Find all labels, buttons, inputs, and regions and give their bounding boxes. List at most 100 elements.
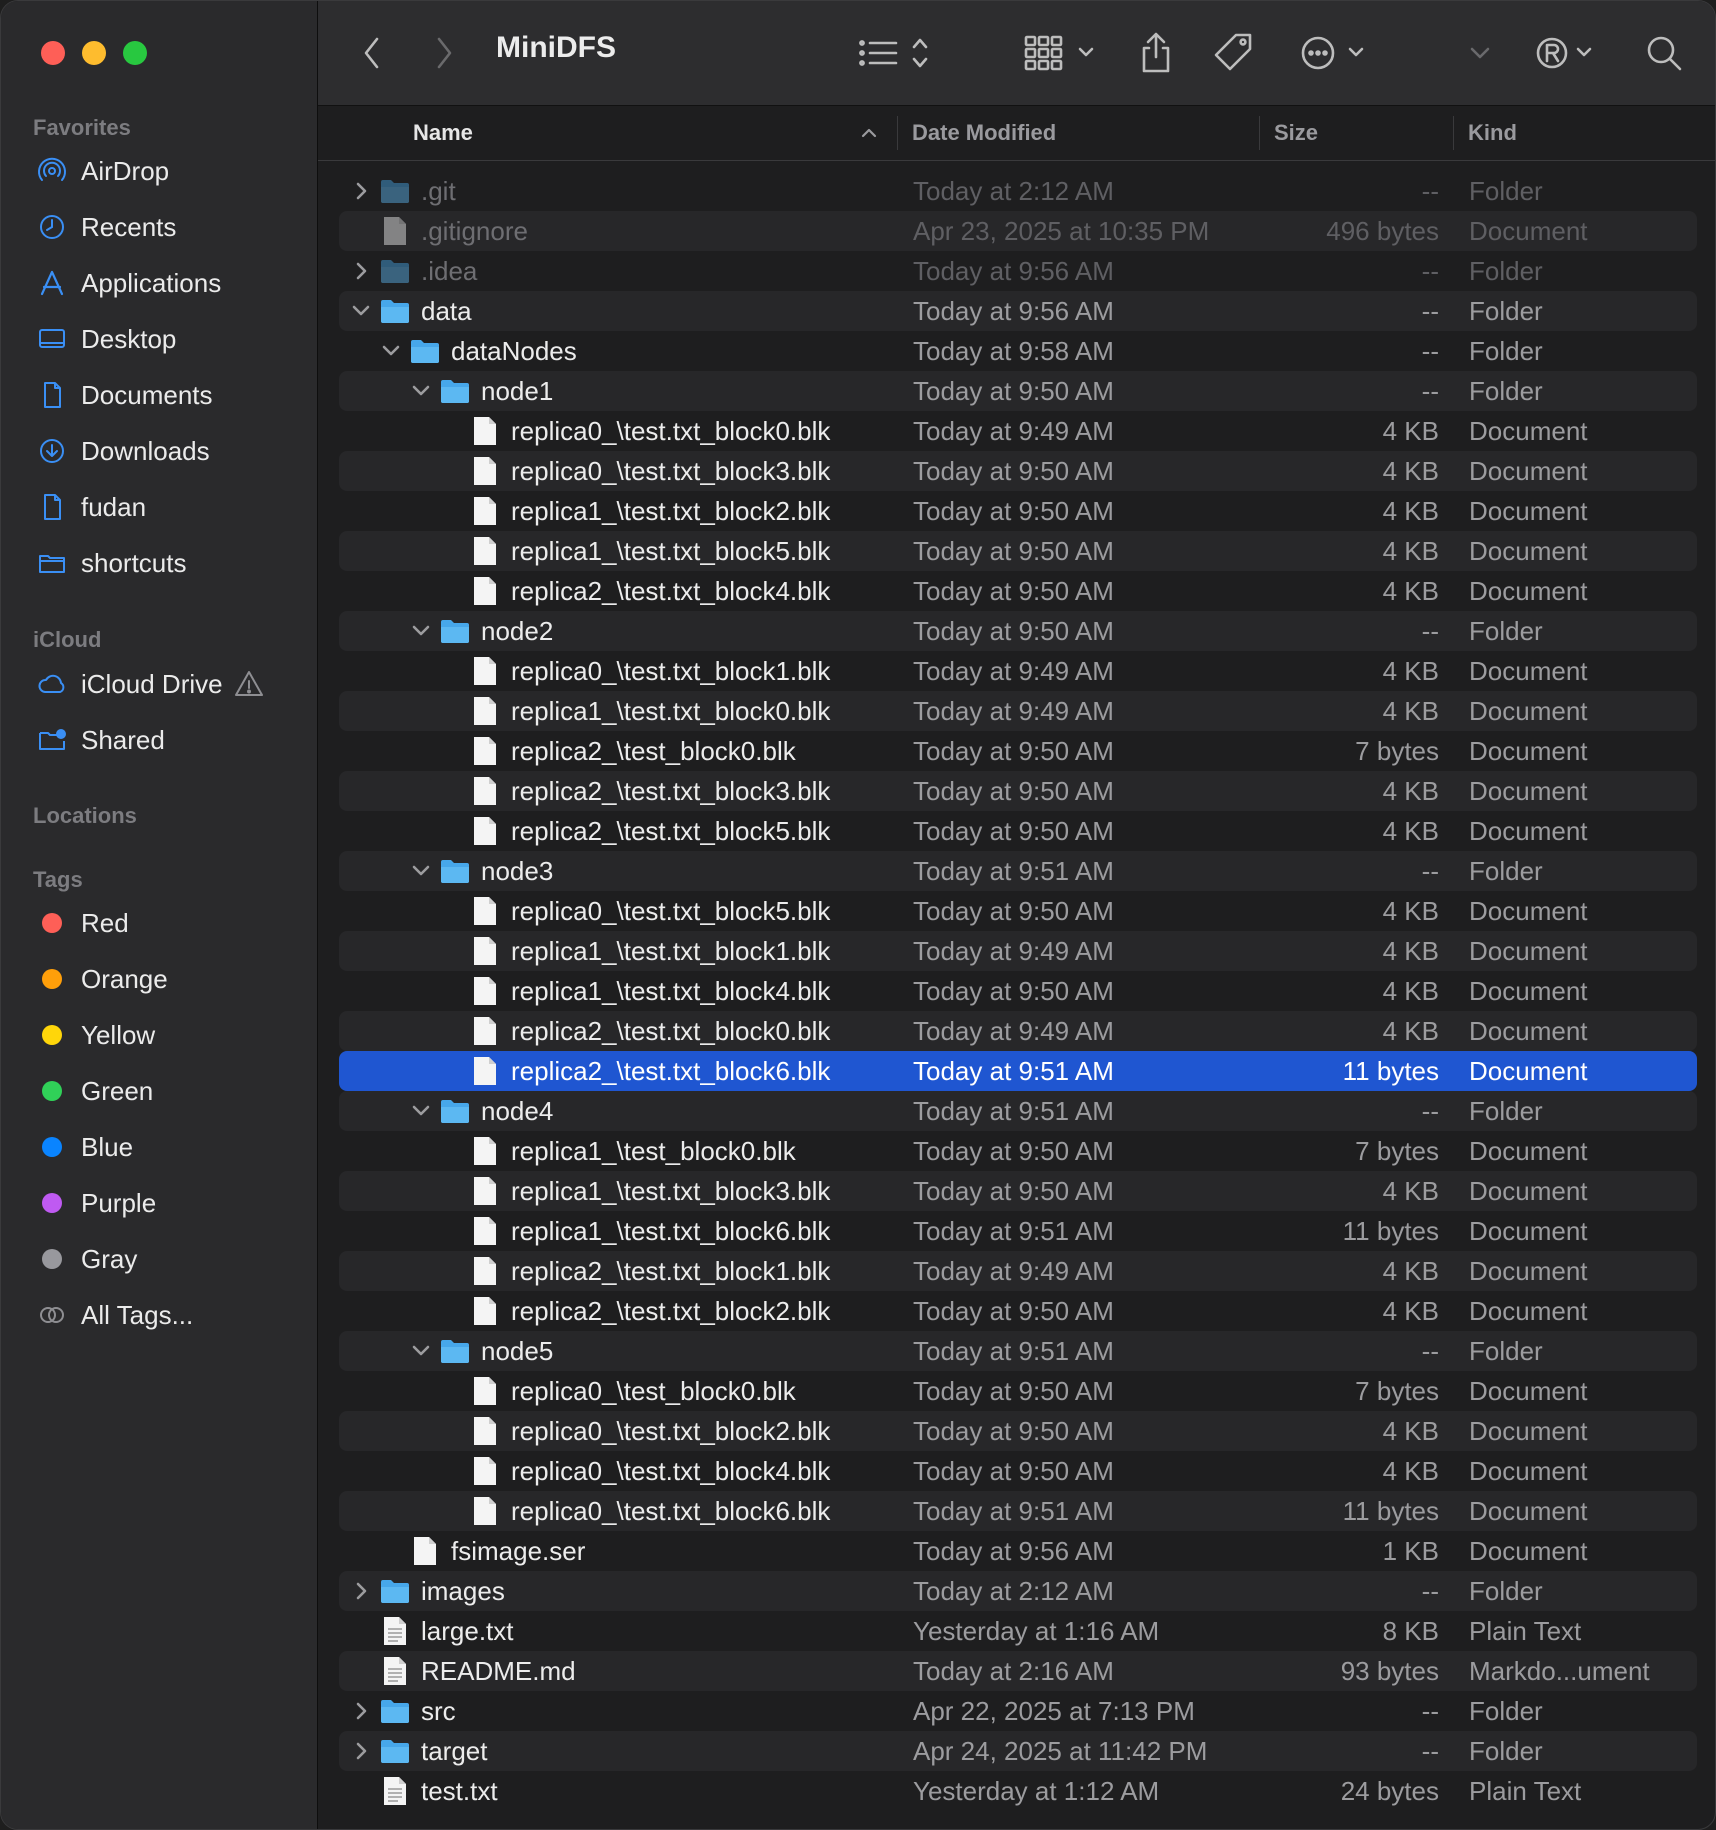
file-row[interactable]: replica0_\test.txt_block1.blk Today at 9:… [339, 651, 1697, 691]
file-row[interactable]: replica0_\test.txt_block4.blk Today at 9:… [339, 1451, 1697, 1491]
folder-row[interactable]: images Today at 2:12 AM -- Folder [339, 1571, 1697, 1611]
folder-row[interactable]: target Apr 24, 2025 at 11:42 PM -- Folder [339, 1731, 1697, 1771]
zoom-button[interactable] [123, 41, 147, 65]
file-row[interactable]: replica0_\test.txt_block2.blk Today at 9:… [339, 1411, 1697, 1451]
file-row[interactable]: replica2_\test.txt_block2.blk Today at 9:… [339, 1291, 1697, 1331]
column-size[interactable]: Size [1274, 106, 1318, 160]
disclosure-expanded-icon[interactable] [349, 291, 373, 331]
file-row[interactable]: fsimage.ser Today at 9:56 AM 1 KB Document [339, 1531, 1697, 1571]
tag-green[interactable]: Green [35, 1067, 297, 1115]
share-button[interactable] [1136, 31, 1176, 75]
tag-purple[interactable]: Purple [35, 1179, 297, 1227]
folder-row[interactable]: .idea Today at 9:56 AM -- Folder [339, 251, 1697, 291]
tag-button[interactable] [1212, 31, 1256, 75]
folder-row[interactable]: node1 Today at 9:50 AM -- Folder [339, 371, 1697, 411]
folder-row[interactable]: node2 Today at 9:50 AM -- Folder [339, 611, 1697, 651]
file-row[interactable]: replica1_\test.txt_block6.blk Today at 9:… [339, 1211, 1697, 1251]
file-row[interactable]: replica2_\test.txt_block4.blk Today at 9:… [339, 571, 1697, 611]
file-row[interactable]: replica0_\test.txt_block5.blk Today at 9:… [339, 891, 1697, 931]
row-size: -- [1421, 616, 1439, 646]
tag-red[interactable]: Red [35, 899, 297, 947]
file-row[interactable]: replica1_\test.txt_block0.blk Today at 9:… [339, 691, 1697, 731]
disclosure-expanded-icon[interactable] [409, 851, 433, 891]
row-date: Today at 9:50 AM [913, 1176, 1114, 1206]
file-row[interactable]: replica2_\test_block0.blk Today at 9:50 A… [339, 731, 1697, 771]
disclosure-collapsed-icon[interactable] [349, 1571, 373, 1611]
folder-row[interactable]: node4 Today at 9:51 AM -- Folder [339, 1091, 1697, 1131]
folder-row[interactable]: node5 Today at 9:51 AM -- Folder [339, 1331, 1697, 1371]
file-row[interactable]: replica1_\test.txt_block2.blk Today at 9:… [339, 491, 1697, 531]
file-row[interactable]: replica1_\test.txt_block1.blk Today at 9:… [339, 931, 1697, 971]
folder-row[interactable]: node3 Today at 9:51 AM -- Folder [339, 851, 1697, 891]
folder-row[interactable]: dataNodes Today at 9:58 AM -- Folder [339, 331, 1697, 371]
sidebar-item-documents[interactable]: Documents [35, 371, 297, 419]
folder-row[interactable]: src Apr 22, 2025 at 7:13 PM -- Folder [339, 1691, 1697, 1731]
folder-row[interactable]: data Today at 9:56 AM -- Folder [339, 291, 1697, 331]
sidebar-item-airdrop[interactable]: AirDrop [35, 147, 297, 195]
sidebar-item-label: Downloads [81, 435, 210, 466]
file-row[interactable]: replica2_\test.txt_block5.blk Today at 9:… [339, 811, 1697, 851]
tag-gray[interactable]: Gray [35, 1235, 297, 1283]
file-row[interactable]: replica0_\test.txt_block3.blk Today at 9:… [339, 451, 1697, 491]
sidebar-item-icloud-drive[interactable]: iCloud Drive [35, 660, 297, 708]
file-row[interactable]: replica1_\test.txt_block4.blk Today at 9:… [339, 971, 1697, 1011]
path-menu-button[interactable] [1468, 31, 1492, 75]
row-name-cell: replica2_\test_block0.blk [439, 731, 796, 771]
row-name-cell: .git [349, 171, 456, 211]
file-row[interactable]: replica2_\test.txt_block0.blk Today at 9:… [339, 1011, 1697, 1051]
ellipsis-circle-icon [1301, 36, 1364, 70]
file-row[interactable]: replica2_\test.txt_block3.blk Today at 9:… [339, 771, 1697, 811]
disclosure-collapsed-icon[interactable] [349, 171, 373, 211]
row-date: Today at 9:50 AM [913, 616, 1114, 646]
disclosure-expanded-icon[interactable] [409, 1331, 433, 1371]
row-name-cell: replica0_\test.txt_block0.blk [439, 411, 830, 451]
tag-all-tags[interactable]: All Tags... [35, 1291, 297, 1339]
file-row[interactable]: replica0_\test.txt_block0.blk Today at 9:… [339, 411, 1697, 451]
minimize-button[interactable] [82, 41, 106, 65]
sidebar-item-desktop[interactable]: Desktop [35, 315, 297, 363]
file-row[interactable]: replica1_\test.txt_block3.blk Today at 9:… [339, 1171, 1697, 1211]
file-row[interactable]: replica1_\test.txt_block5.blk Today at 9:… [339, 531, 1697, 571]
sidebar-item-label: fudan [81, 491, 147, 522]
folder-row[interactable]: .git Today at 2:12 AM -- Folder [339, 171, 1697, 211]
forward-button[interactable] [432, 31, 456, 75]
sidebar-item-shared[interactable]: Shared [35, 716, 297, 764]
tag-icon [1214, 33, 1252, 71]
disclosure-expanded-icon[interactable] [409, 371, 433, 411]
disclosure-expanded-icon[interactable] [409, 611, 433, 651]
sidebar-item-shortcuts[interactable]: shortcuts [35, 539, 297, 587]
sidebar-item-fudan[interactable]: fudan [35, 483, 297, 531]
sidebar-item-downloads[interactable]: Downloads [35, 427, 297, 475]
column-date-modified[interactable]: Date Modified [912, 106, 1056, 160]
disclosure-expanded-icon[interactable] [379, 331, 403, 371]
back-button[interactable] [360, 31, 384, 75]
file-row[interactable]: replica0_\test_block0.blk Today at 9:50 A… [339, 1371, 1697, 1411]
disclosure-expanded-icon[interactable] [409, 1091, 433, 1131]
column-name[interactable]: Name [413, 106, 473, 160]
tag-yellow[interactable]: Yellow [35, 1011, 297, 1059]
disclosure-collapsed-icon[interactable] [349, 1731, 373, 1771]
file-row[interactable]: README.md Today at 2:16 AM 93 bytes Markdo.… [339, 1651, 1697, 1691]
search-button[interactable] [1644, 31, 1684, 75]
sidebar-item-applications[interactable]: Applications [35, 259, 297, 307]
file-row[interactable]: replica1_\test_block0.blk Today at 9:50 A… [339, 1131, 1697, 1171]
file-row[interactable]: test.txt Yesterday at 1:12 AM 24 bytes Plai… [339, 1771, 1697, 1811]
column-kind[interactable]: Kind [1468, 106, 1517, 160]
tag-orange[interactable]: Orange [35, 955, 297, 1003]
tag-blue[interactable]: Blue [35, 1123, 297, 1171]
group-button[interactable] [1024, 31, 1104, 75]
disclosure-collapsed-icon[interactable] [349, 1691, 373, 1731]
warning-icon[interactable] [233, 668, 265, 707]
file-row[interactable]: replica0_\test.txt_block6.blk Today at 9:… [339, 1491, 1697, 1531]
file-row[interactable]: replica2_\test.txt_block6.blk Today at 9:… [339, 1051, 1697, 1091]
file-row[interactable]: replica2_\test.txt_block1.blk Today at 9:… [339, 1251, 1697, 1291]
close-button[interactable] [41, 41, 65, 65]
row-size: 7 bytes [1355, 1136, 1439, 1166]
file-row[interactable]: large.txt Yesterday at 1:16 AM 8 KB Plain T… [339, 1611, 1697, 1651]
more-actions-button[interactable] [1300, 31, 1380, 75]
view-mode-button[interactable] [858, 31, 938, 75]
registered-extension-button[interactable] [1536, 31, 1600, 75]
file-row[interactable]: .gitignore Apr 23, 2025 at 10:35 PM 496 by… [339, 211, 1697, 251]
disclosure-collapsed-icon[interactable] [349, 251, 373, 291]
sidebar-item-recents[interactable]: Recents [35, 203, 297, 251]
